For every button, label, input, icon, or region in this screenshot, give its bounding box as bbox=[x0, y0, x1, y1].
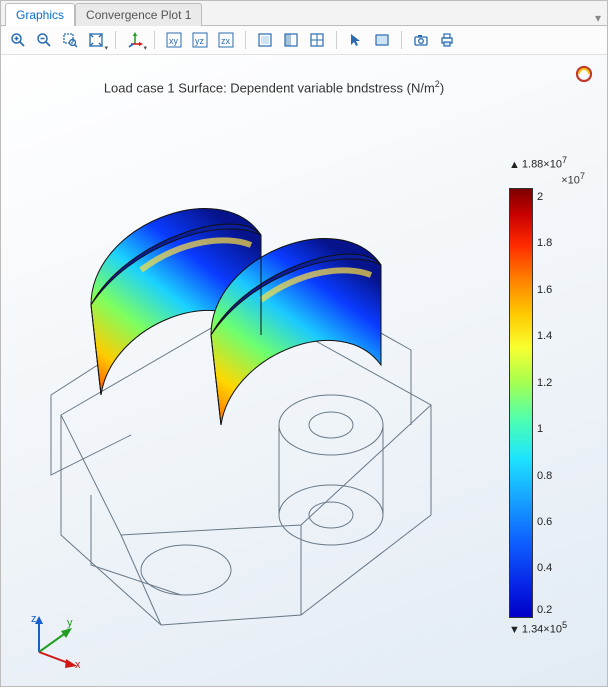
tab-convergence-plot-1[interactable]: Convergence Plot 1 bbox=[75, 3, 202, 26]
svg-text:z: z bbox=[31, 613, 37, 625]
select-box-icon bbox=[374, 32, 390, 48]
graphics-toolbar: ▾ ▾ xy yz zx bbox=[1, 26, 607, 55]
graphics-viewport[interactable]: Load case 1 Surface: Dependent variable … bbox=[1, 55, 607, 686]
view-yz-button[interactable]: yz bbox=[189, 29, 211, 51]
print-button[interactable] bbox=[436, 29, 458, 51]
legend-scale-exponent: ×107 bbox=[509, 171, 587, 187]
color-legend: ▲1.88×107 ×107 2 1.8 1.6 1.4 1.2 1 0.8 0… bbox=[509, 155, 587, 636]
printer-icon bbox=[439, 32, 455, 48]
wireframe-button[interactable] bbox=[306, 29, 328, 51]
zoom-out-icon bbox=[36, 32, 52, 48]
axis-arrows-icon bbox=[127, 32, 143, 48]
tab-menu-chevron-icon: ▾ bbox=[595, 11, 601, 25]
comsol-logo-icon bbox=[575, 65, 593, 83]
zoom-in-button[interactable] bbox=[7, 29, 29, 51]
snapshot-button[interactable] bbox=[410, 29, 432, 51]
zx-plane-icon: zx bbox=[218, 32, 234, 48]
svg-text:yz: yz bbox=[195, 36, 205, 46]
view-zx-button[interactable]: zx bbox=[215, 29, 237, 51]
plot-title: Load case 1 Surface: Dependent variable … bbox=[1, 79, 547, 95]
legend-ticks: 2 1.8 1.6 1.4 1.2 1 0.8 0.6 0.4 0.2 bbox=[537, 188, 587, 618]
legend-gradient-bar bbox=[509, 188, 533, 618]
select-button[interactable] bbox=[345, 29, 367, 51]
yz-plane-icon: yz bbox=[192, 32, 208, 48]
transparency-icon bbox=[283, 32, 299, 48]
view-xy-button[interactable]: xy bbox=[163, 29, 185, 51]
xy-plane-icon: xy bbox=[166, 32, 182, 48]
zoom-in-icon bbox=[10, 32, 26, 48]
svg-text:y: y bbox=[67, 617, 73, 629]
axis-orientation-triad: z y x bbox=[19, 610, 89, 670]
tab-bar: Graphics Convergence Plot 1 ▾ bbox=[1, 1, 607, 26]
zoom-box-icon bbox=[62, 32, 78, 48]
legend-max-value: ▲1.88×107 bbox=[509, 155, 587, 171]
svg-text:x: x bbox=[75, 659, 81, 670]
zoom-box-button[interactable] bbox=[59, 29, 81, 51]
model-render bbox=[1, 95, 501, 655]
scene-light-button[interactable] bbox=[254, 29, 276, 51]
zoom-extents-icon bbox=[88, 32, 104, 48]
tab-bar-menu[interactable]: ▾ bbox=[595, 11, 607, 25]
legend-min-value: ▼1.34×105 bbox=[509, 620, 587, 636]
svg-text:xy: xy bbox=[169, 36, 179, 46]
transparency-button[interactable] bbox=[280, 29, 302, 51]
select-box-button[interactable] bbox=[371, 29, 393, 51]
wireframe-icon bbox=[309, 32, 325, 48]
svg-text:zx: zx bbox=[221, 36, 231, 46]
scene-light-icon bbox=[257, 32, 273, 48]
camera-icon bbox=[413, 32, 429, 48]
cursor-icon bbox=[348, 32, 364, 48]
tab-graphics[interactable]: Graphics bbox=[5, 3, 75, 26]
zoom-extents-button[interactable]: ▾ bbox=[85, 29, 107, 51]
orbit-button[interactable]: ▾ bbox=[124, 29, 146, 51]
zoom-out-button[interactable] bbox=[33, 29, 55, 51]
